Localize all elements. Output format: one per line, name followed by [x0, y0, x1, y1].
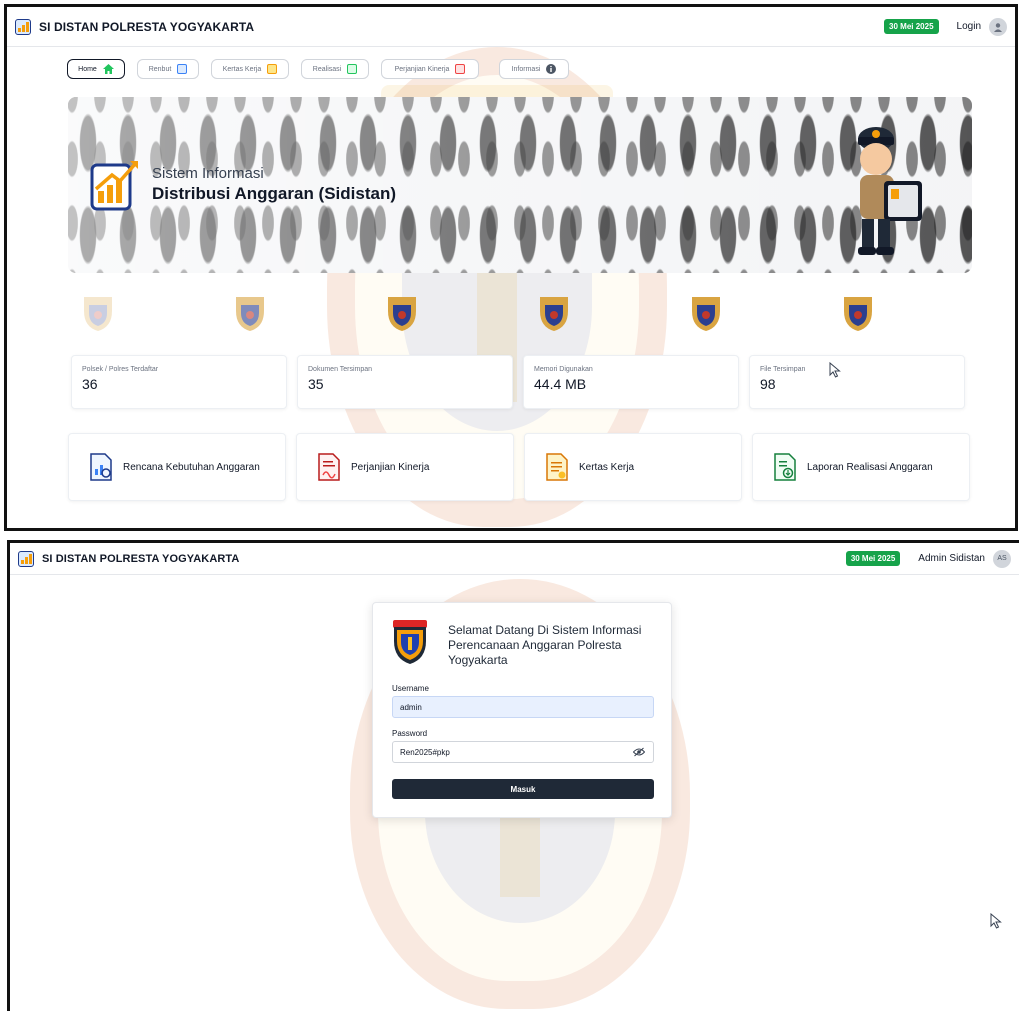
- stat-card-memori: Memori Digunakan 44.4 MB: [523, 355, 739, 409]
- emblem-row: [68, 293, 972, 337]
- document-chart-icon: [177, 64, 188, 74]
- document-download-icon: [774, 453, 796, 481]
- user-name[interactable]: Admin Sidistan: [918, 553, 985, 564]
- app-logo-icon: [18, 550, 34, 567]
- police-emblem-icon: [540, 297, 568, 331]
- hero-text: Sistem Informasi Distribusi Anggaran (Si…: [152, 165, 396, 204]
- masuk-button[interactable]: Masuk: [392, 779, 654, 799]
- sidistan-logo-icon: [90, 161, 138, 211]
- stat-value: 35: [308, 376, 324, 392]
- nav-renbut-label: Renbut: [148, 65, 172, 73]
- app-title: SI DISTAN POLRESTA YOGYAKARTA: [42, 552, 240, 565]
- nav-kertas-kerja-label: Kertas Kerja: [222, 65, 262, 73]
- login-card: Selamat Datang Di Sistem Informasi Peren…: [372, 602, 672, 818]
- user-avatar[interactable]: AS: [993, 549, 1011, 568]
- date-badge: 30 Mei 2025: [884, 19, 939, 34]
- stat-label: File Tersimpan: [760, 366, 806, 373]
- login-link[interactable]: Login: [957, 21, 981, 32]
- feature-cards: Rencana Kebutuhan Anggaran Perjanjian Ki…: [68, 433, 970, 501]
- nav-realisasi[interactable]: Realisasi: [301, 59, 369, 79]
- feature-label: Rencana Kebutuhan Anggaran: [123, 461, 260, 473]
- nav-informasi-label: Informasi: [511, 65, 541, 73]
- police-emblem-icon: [844, 297, 872, 331]
- nav-kertas-kerja[interactable]: Kertas Kerja: [211, 59, 289, 79]
- stat-label: Dokumen Tersimpan: [308, 366, 373, 373]
- feature-card-rencana-kebutuhan[interactable]: Rencana Kebutuhan Anggaran: [68, 433, 286, 501]
- username-label: Username: [392, 684, 429, 693]
- feature-card-laporan-realisasi[interactable]: Laporan Realisasi Anggaran: [752, 433, 970, 501]
- header: SI DISTAN POLRESTA YOGYAKARTA 30 Mei 202…: [7, 7, 1015, 47]
- stat-card-polsek: Polsek / Polres Terdaftar 36: [71, 355, 287, 409]
- nav-home[interactable]: Home: [67, 59, 125, 79]
- feature-card-kertas-kerja[interactable]: Kertas Kerja: [524, 433, 742, 501]
- mouse-cursor-icon: [990, 913, 1002, 929]
- document-icon: [546, 453, 568, 481]
- stat-label: Polsek / Polres Terdaftar: [82, 366, 159, 373]
- info-icon: [546, 64, 557, 74]
- feature-label: Kertas Kerja: [579, 461, 635, 473]
- nav-home-label: Home: [78, 65, 97, 73]
- document-check-icon: [347, 64, 358, 74]
- document-chart-icon: [90, 453, 112, 481]
- password-input[interactable]: [392, 741, 654, 763]
- eye-slash-icon[interactable]: [633, 747, 645, 757]
- home-screen: SI DISTAN POLRESTA YOGYAKARTA 30 Mei 202…: [4, 4, 1018, 531]
- hero-subtitle: Sistem Informasi: [152, 165, 264, 182]
- stat-label: Memori Digunakan: [534, 366, 593, 373]
- stat-card-dokumen: Dokumen Tersimpan 35: [297, 355, 513, 409]
- login-welcome-title: Selamat Datang Di Sistem Informasi Peren…: [448, 623, 642, 667]
- home-icon: [102, 64, 114, 74]
- feature-card-perjanjian-kinerja[interactable]: Perjanjian Kinerja: [296, 433, 514, 501]
- app-logo-icon: [15, 18, 31, 35]
- hero-banner: Sistem Informasi Distribusi Anggaran (Si…: [68, 97, 972, 273]
- police-emblem-icon: [393, 620, 427, 664]
- username-input[interactable]: [392, 696, 654, 718]
- password-label: Password: [392, 729, 428, 738]
- main-nav: Home Renbut Kertas Kerja Realisasi Perja…: [67, 59, 569, 79]
- stat-value: 98: [760, 376, 776, 392]
- police-emblem-icon: [236, 297, 264, 331]
- header: SI DISTAN POLRESTA YOGYAKARTA 30 Mei 202…: [10, 543, 1019, 575]
- feature-label: Laporan Realisasi Anggaran: [807, 461, 933, 473]
- nav-informasi[interactable]: Informasi: [499, 59, 569, 79]
- login-screen: SI DISTAN POLRESTA YOGYAKARTA 30 Mei 202…: [7, 540, 1019, 1011]
- pdf-icon: [455, 64, 466, 74]
- nav-perjanjian-kinerja-label: Perjanjian Kinerja: [394, 65, 450, 73]
- nav-renbut[interactable]: Renbut: [137, 59, 199, 79]
- stat-value: 36: [82, 376, 98, 392]
- feature-label: Perjanjian Kinerja: [351, 461, 430, 473]
- police-emblem-icon: [388, 297, 416, 331]
- stat-value: 44.4 MB: [534, 376, 587, 392]
- user-avatar-icon[interactable]: [989, 17, 1007, 36]
- nav-realisasi-label: Realisasi: [312, 65, 342, 73]
- stat-card-file: File Tersimpan 98: [749, 355, 965, 409]
- police-mascot-icon: [858, 127, 922, 255]
- document-icon: [267, 64, 278, 74]
- hero-title: Distribusi Anggaran (Sidistan): [152, 184, 397, 203]
- date-badge: 30 Mei 2025: [845, 551, 901, 566]
- document-signed-icon: [318, 453, 340, 481]
- police-emblem-icon: [84, 297, 112, 331]
- mouse-cursor-icon: [829, 362, 841, 378]
- app-title: SI DISTAN POLRESTA YOGYAKARTA: [39, 19, 255, 34]
- police-emblem-icon: [692, 297, 720, 331]
- nav-perjanjian-kinerja[interactable]: Perjanjian Kinerja: [381, 59, 479, 79]
